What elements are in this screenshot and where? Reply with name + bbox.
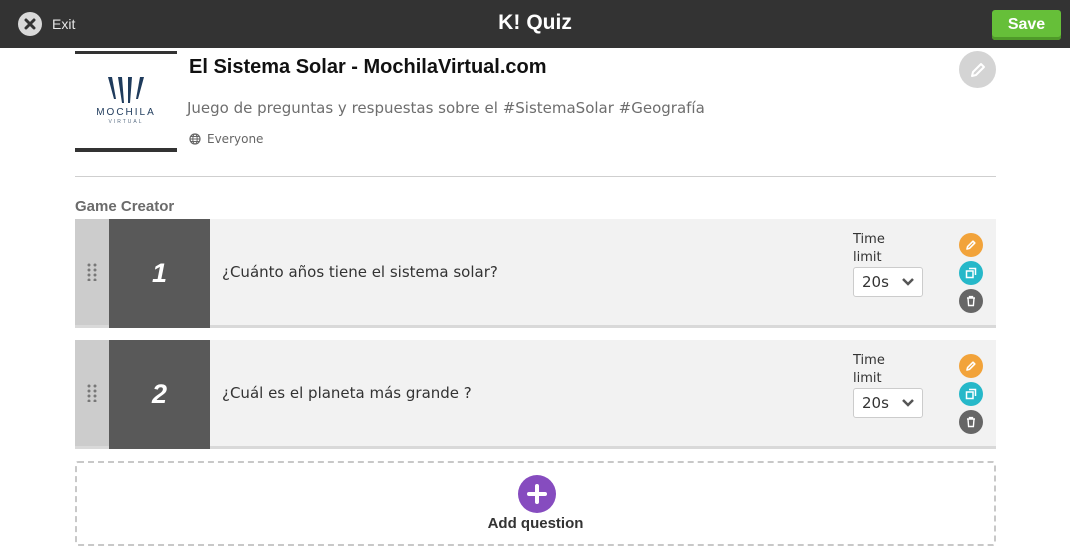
trash-icon <box>967 416 975 428</box>
question-number: 1 <box>109 219 210 328</box>
pencil-icon <box>970 62 985 77</box>
drag-handle[interactable] <box>75 340 109 446</box>
duplicate-question-button[interactable] <box>959 382 983 406</box>
edit-quiz-details-button[interactable] <box>959 51 996 88</box>
cover-image[interactable]: MOCHILA VIRTUAL <box>75 51 177 152</box>
app-title-label: Quiz <box>526 11 572 34</box>
delete-question-button[interactable] <box>959 289 983 313</box>
quiz-description: Juego de preguntas y respuestas sobre el… <box>187 99 705 117</box>
time-limit-label: Time limit <box>853 232 885 265</box>
time-limit-select[interactable]: 20s <box>853 267 923 297</box>
cover-logo-subtext: VIRTUAL <box>108 119 144 125</box>
time-limit-value: 20s <box>862 394 889 412</box>
edit-question-button[interactable] <box>959 354 983 378</box>
question-number: 2 <box>109 340 210 449</box>
edit-question-button[interactable] <box>959 233 983 257</box>
cover-logo-text: MOCHILA <box>96 107 156 118</box>
trash-icon <box>967 295 975 307</box>
top-bar: Exit K! Quiz Save <box>0 0 1070 48</box>
question-text[interactable]: ¿Cuál es el planeta más grande ? <box>222 340 472 446</box>
question-card[interactable]: 2 ¿Cuál es el planeta más grande ? Time l… <box>75 340 996 449</box>
chevron-down-icon <box>902 278 914 286</box>
app-title: K! Quiz <box>0 11 1070 35</box>
add-question-label: Add question <box>487 515 584 532</box>
duplicate-question-button[interactable] <box>959 261 983 285</box>
pencil-icon <box>966 361 976 371</box>
header-divider <box>75 176 996 177</box>
pencil-icon <box>966 240 976 250</box>
time-limit-value: 20s <box>862 273 889 291</box>
add-question-button[interactable]: Add question <box>75 461 996 546</box>
drag-dots-icon <box>87 263 97 281</box>
time-limit-label: Time limit <box>853 353 885 386</box>
kahoot-logo: K! <box>498 11 521 34</box>
plus-icon <box>518 475 556 513</box>
visibility-indicator: Everyone <box>189 132 263 146</box>
save-button[interactable]: Save <box>992 10 1061 40</box>
question-text[interactable]: ¿Cuánto años tiene el sistema solar? <box>222 219 498 325</box>
drag-handle[interactable] <box>75 219 109 325</box>
question-card[interactable]: 1 ¿Cuánto años tiene el sistema solar? T… <box>75 219 996 328</box>
chevron-down-icon <box>902 399 914 407</box>
mochila-logo-mark <box>108 77 144 103</box>
delete-question-button[interactable] <box>959 410 983 434</box>
duplicate-icon <box>965 388 977 400</box>
visibility-label: Everyone <box>207 132 264 146</box>
quiz-title: El Sistema Solar - MochilaVirtual.com <box>189 56 547 78</box>
duplicate-icon <box>965 267 977 279</box>
game-creator-title: Game Creator <box>75 198 175 215</box>
drag-dots-icon <box>87 384 97 402</box>
globe-icon <box>189 133 201 145</box>
time-limit-select[interactable]: 20s <box>853 388 923 418</box>
